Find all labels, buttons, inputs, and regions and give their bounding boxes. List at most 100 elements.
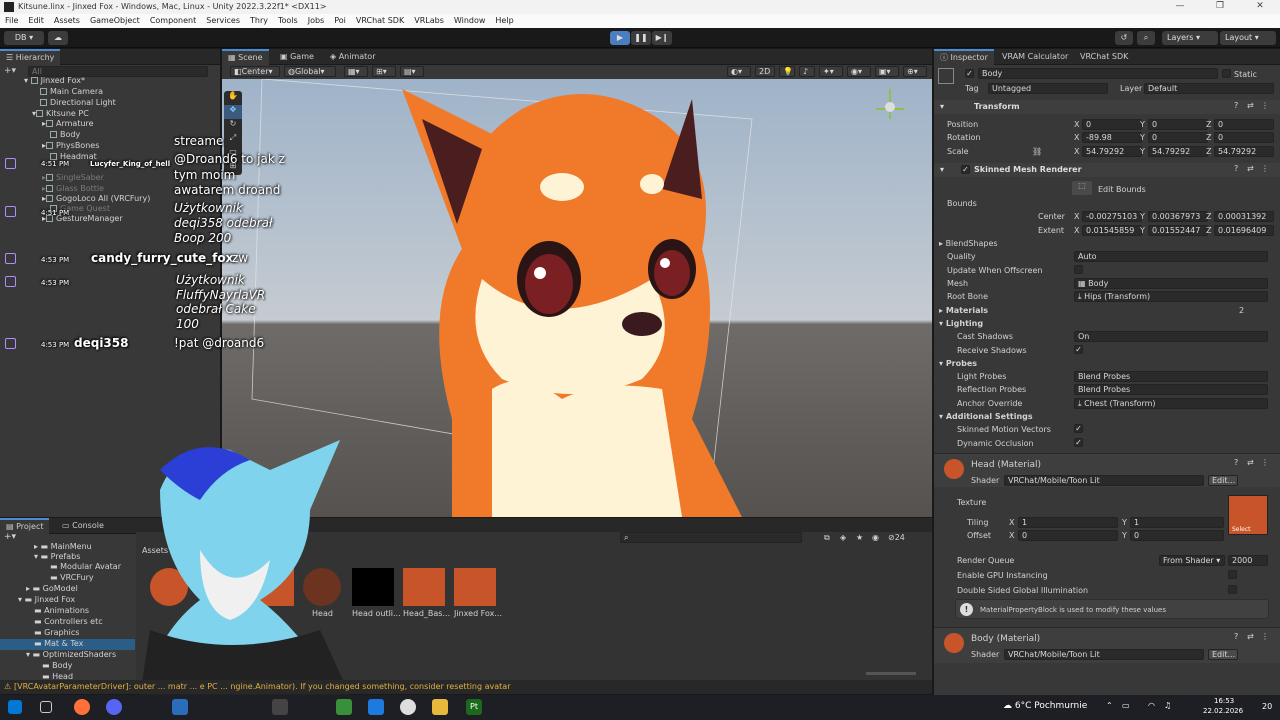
reflection-probes-dropdown[interactable]: Blend Probes [1074,384,1268,395]
app-icon[interactable] [272,699,288,715]
folder-item[interactable]: ▬ Graphics [34,628,79,639]
menu-component[interactable]: Component [145,14,201,25]
cloud-icon[interactable]: ☁ [48,31,68,45]
rotation-z-field[interactable]: 0 [1214,132,1274,143]
tab-vrchat-sdk[interactable]: VRChat SDK [1074,49,1134,65]
active-checkbox[interactable]: ✓ [965,69,974,78]
position-y-field[interactable]: 0 [1148,119,1208,130]
blendshapes-foldout[interactable]: ▸ BlendShapes [939,239,998,248]
menu-edit[interactable]: Edit [23,14,49,25]
offset-y-field[interactable]: 0 [1130,530,1224,541]
mesh-field[interactable]: ▦ Body [1074,278,1268,289]
light-probes-dropdown[interactable]: Blend Probes [1074,371,1268,382]
discord-icon[interactable] [106,699,122,715]
menu-window[interactable]: Window [449,14,491,25]
clock-date[interactable]: 22.02.2026 [1203,707,1243,715]
app-icon[interactable] [368,699,384,715]
pivot-dropdown[interactable]: ◧Center▾ [230,66,280,77]
menu-tools[interactable]: Tools [273,14,303,25]
tray-expand-icon[interactable]: ⌃ [1106,701,1113,710]
firefox-icon[interactable] [74,699,90,715]
folder-item[interactable]: ▬ Body [42,661,72,672]
snap-increment-icon[interactable]: ⊞▾ [372,66,396,77]
lighting-toggle-icon[interactable]: 💡 [779,66,795,77]
shading-mode-icon[interactable]: ◐▾ [727,66,751,77]
volume-icon[interactable]: ♫ [1164,701,1171,710]
folder-item[interactable]: ▬ VRCFury [50,573,94,584]
scale-y-field[interactable]: 54.79292 [1148,146,1208,157]
menu-thry[interactable]: Thry [245,14,273,25]
tiling-y-field[interactable]: 1 [1130,517,1224,528]
rotation-y-field[interactable]: 0 [1148,132,1208,143]
folder-item[interactable]: ▬ Animations [34,606,89,617]
component-menu-icon[interactable]: ⋮ [1261,632,1269,641]
double-sided-gi-checkbox[interactable] [1228,585,1237,594]
network-icon[interactable]: ▭ [1122,701,1130,710]
search-icon[interactable]: ⌕ [1137,31,1155,45]
update-offscreen-checkbox[interactable] [1074,265,1083,274]
extent-x-field[interactable]: 0.01545859 [1082,225,1142,236]
shader-dropdown[interactable]: VRChat/Mobile/Toon Lit [1004,649,1204,660]
layer-dropdown[interactable]: Default [1144,83,1274,94]
render-queue-mode-dropdown[interactable]: From Shader ▾ [1159,555,1225,566]
gizmos-icon[interactable]: ⊕▾ [903,66,927,77]
step-button[interactable]: ▶❙ [652,31,672,45]
filter-label-icon[interactable]: ◈ [840,533,846,542]
dynamic-occlusion-checkbox[interactable]: ✓ [1074,438,1083,447]
camera-settings-icon[interactable]: ▣▾ [875,66,899,77]
probes-foldout[interactable]: ▾ Probes [939,359,977,368]
edit-bounds-icon[interactable]: ⬚ [1072,181,1092,195]
additional-settings-foldout[interactable]: ▾ Additional Settings [939,412,1033,421]
scale-x-field[interactable]: 54.79292 [1082,146,1142,157]
position-x-field[interactable]: 0 [1082,119,1142,130]
component-presets-icon[interactable]: ⇄ [1247,101,1254,110]
constrain-proportions-icon[interactable]: ⛓ [1032,147,1042,156]
component-help-icon[interactable]: ? [1234,458,1238,467]
clock-time[interactable]: 16:53 [1214,697,1234,705]
smr-enabled-checkbox[interactable]: ✓ [961,165,970,174]
asset-search-input[interactable]: ⌕ [620,532,802,543]
component-menu-icon[interactable]: ⋮ [1261,164,1269,173]
create-asset-icon[interactable]: +▾ [4,532,16,542]
material-head-header[interactable]: Head (Material) Shader VRChat/Mobile/Too… [934,453,1280,487]
grid-snap-icon[interactable]: ▦▾ [344,66,368,77]
tab-vram-calculator[interactable]: VRAM Calculator [996,49,1074,65]
rotation-x-field[interactable]: -89.98 [1082,132,1142,143]
minimize-button[interactable]: — [1160,1,1200,11]
gpu-instancing-checkbox[interactable] [1228,570,1237,579]
menu-gameobject[interactable]: GameObject [85,14,145,25]
grid-settings-icon[interactable]: ▤▾ [400,66,424,77]
folder-item-selected[interactable]: ▬ Mat & Tex [0,639,135,650]
center-y-field[interactable]: 0.00367973 [1148,211,1208,222]
history-icon[interactable]: ↺ [1115,31,1133,45]
unity-hub-icon[interactable] [400,699,416,715]
favorite-icon[interactable]: ★ [856,533,863,542]
component-help-icon[interactable]: ? [1234,632,1238,641]
app-icon[interactable] [172,699,188,715]
component-help-icon[interactable]: ? [1234,101,1238,110]
center-x-field[interactable]: -0.00275103 [1082,211,1142,222]
root-bone-field[interactable]: ⤓ Hips (Transform) [1074,291,1268,302]
hidden-objects-icon[interactable]: ◉▾ [847,66,871,77]
shader-dropdown[interactable]: VRChat/Mobile/Toon Lit [1004,475,1204,486]
tiling-x-field[interactable]: 1 [1018,517,1118,528]
menu-poi[interactable]: Poi [329,14,351,25]
hierarchy-item[interactable]: ▾ Jinxed Fox* [24,76,85,87]
tab-inspector[interactable]: ⓘ Inspector [934,49,994,65]
hierarchy-item[interactable]: Directional Light [40,98,116,109]
receive-shadows-checkbox[interactable]: ✓ [1074,345,1083,354]
tab-hierarchy[interactable]: ☰ Hierarchy [0,49,61,65]
tab-console[interactable]: ▭ Console [56,518,110,534]
menu-jobs[interactable]: Jobs [303,14,330,25]
folder-item[interactable]: ▬ Modular Avatar [50,562,121,573]
tab-animator[interactable]: ◈ Animator [324,49,381,65]
folder-item[interactable]: ▸ ▬ GoModel [26,584,78,595]
maximize-button[interactable]: ❐ [1200,1,1240,11]
center-z-field[interactable]: 0.00031392 [1214,211,1274,222]
component-presets-icon[interactable]: ⇄ [1247,632,1254,641]
asset-tile[interactable] [454,568,496,606]
menu-file[interactable]: File [0,14,23,25]
cast-shadows-dropdown[interactable]: On [1074,331,1268,342]
anchor-override-field[interactable]: ⤓ Chest (Transform) [1074,398,1268,409]
filter-type-icon[interactable]: ⧉ [824,533,830,543]
